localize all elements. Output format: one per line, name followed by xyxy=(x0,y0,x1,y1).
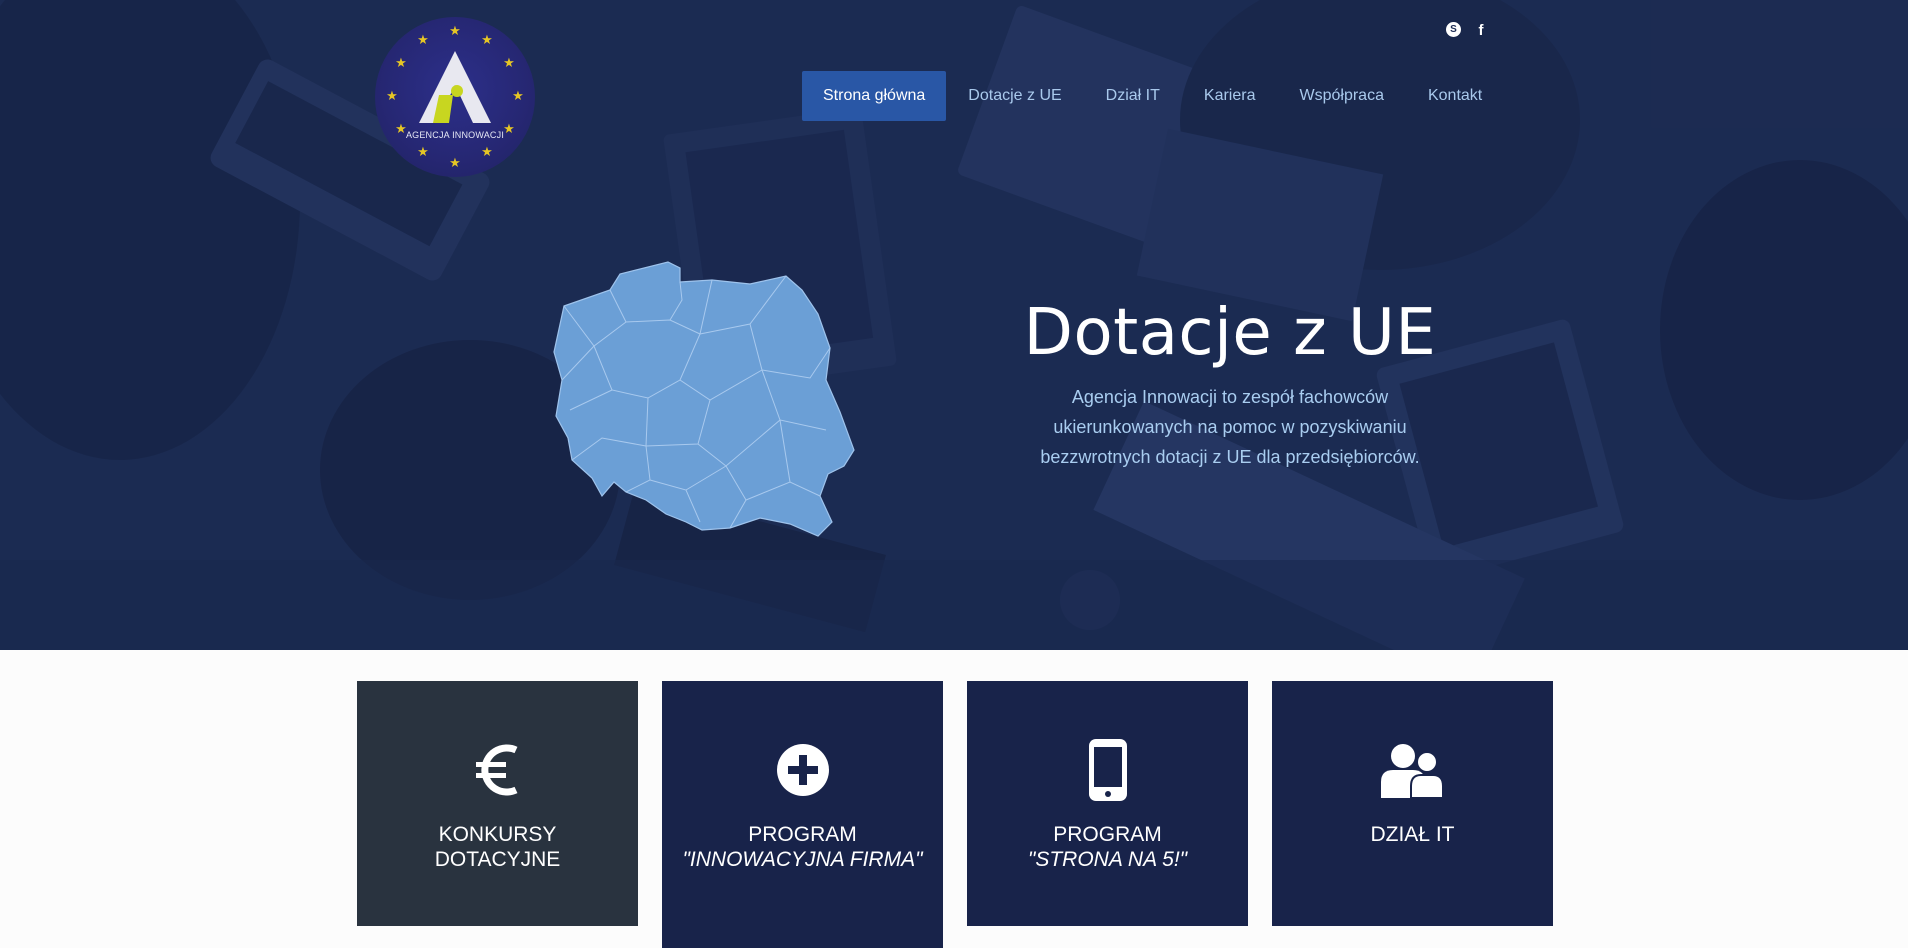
svg-text:★: ★ xyxy=(386,89,398,104)
poland-map xyxy=(553,261,855,537)
nav-item-career[interactable]: Kariera xyxy=(1182,71,1278,121)
hero-description: Agencja Innowacji to zespół fachowców uk… xyxy=(1040,387,1420,467)
page: ★ ★ ★ ★ ★ ★ ★ ★ ★ ★ ★ ★ AGENCJA INNOWACJ… xyxy=(0,0,1908,948)
card-label: PROGRAM "INNOWACYJNA FIRMA" xyxy=(682,823,923,871)
card-grant-competitions[interactable]: KONKURSY DOTACYJNE xyxy=(357,681,638,926)
svg-text:★: ★ xyxy=(449,156,461,171)
plus-circle-icon xyxy=(662,739,943,801)
svg-text:★: ★ xyxy=(449,24,461,39)
agency-logo[interactable]: ★ ★ ★ ★ ★ ★ ★ ★ ★ ★ ★ ★ AGENCJA INNOWACJ… xyxy=(375,17,535,177)
main-nav: Strona główna Dotacje z UE Dział IT Kari… xyxy=(802,71,1504,121)
facebook-icon[interactable]: f xyxy=(1473,22,1489,39)
card-label: KONKURSY DOTACYJNE xyxy=(434,823,561,871)
card-label: PROGRAM "STRONA NA 5!" xyxy=(1027,823,1188,871)
card-five-star-website-program[interactable]: PROGRAM "STRONA NA 5!" xyxy=(967,681,1248,926)
users-icon xyxy=(1272,739,1553,801)
svg-text:★: ★ xyxy=(395,56,407,71)
nav-item-it-department[interactable]: Dział IT xyxy=(1084,71,1182,121)
svg-text:★: ★ xyxy=(503,56,515,71)
nav-item-contact[interactable]: Kontakt xyxy=(1406,71,1504,121)
svg-text:★: ★ xyxy=(512,89,524,104)
skype-icon[interactable]: S xyxy=(1446,22,1461,37)
svg-text:★: ★ xyxy=(417,145,429,160)
nav-item-home[interactable]: Strona główna xyxy=(802,71,947,121)
nav-item-eu-grants[interactable]: Dotacje z UE xyxy=(946,71,1083,121)
social-links: S f xyxy=(1446,22,1489,39)
svg-text:★: ★ xyxy=(481,145,493,160)
card-label: DZIAŁ IT xyxy=(1370,823,1455,846)
hero-title: Dotacje z UE xyxy=(1023,296,1437,370)
nav-item-cooperation[interactable]: Współpraca xyxy=(1277,71,1405,121)
svg-text:★: ★ xyxy=(481,33,493,48)
card-it-department[interactable]: DZIAŁ IT xyxy=(1272,681,1553,926)
smartphone-icon xyxy=(967,739,1248,801)
logo-emblem-icon: ★ ★ ★ ★ ★ ★ ★ ★ ★ ★ ★ ★ xyxy=(386,24,524,171)
svg-text:★: ★ xyxy=(417,33,429,48)
hero-section: ★ ★ ★ ★ ★ ★ ★ ★ ★ ★ ★ ★ AGENCJA INNOWACJ… xyxy=(0,0,1908,650)
logo-text: AGENCJA INNOWACJI xyxy=(405,130,505,140)
card-innovative-company-program[interactable]: PROGRAM "INNOWACYJNA FIRMA" xyxy=(662,681,943,948)
euro-icon xyxy=(357,739,638,801)
